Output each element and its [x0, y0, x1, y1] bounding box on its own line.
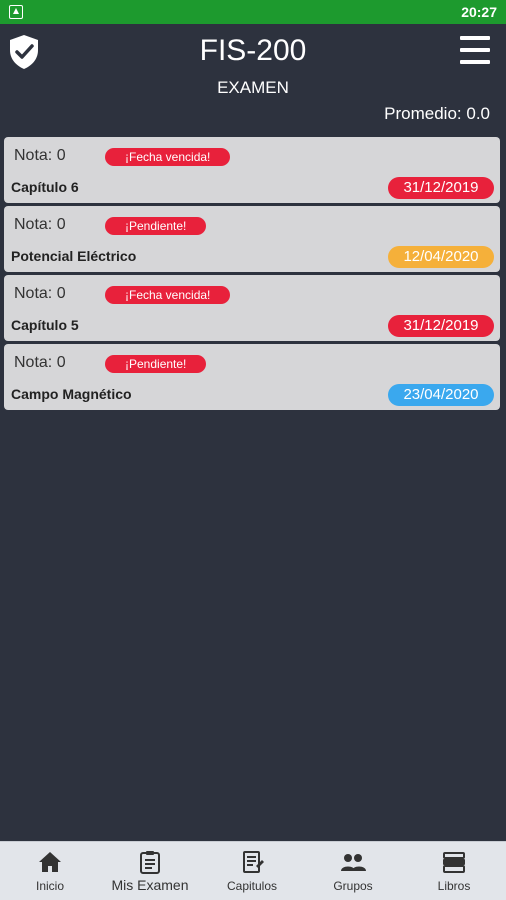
hamburger-menu-icon[interactable]	[460, 36, 492, 66]
home-icon	[39, 852, 61, 872]
date-badge: 23/04/2020	[388, 384, 494, 406]
nav-item-inicio[interactable]: Inicio	[0, 842, 100, 900]
date-badge: 12/04/2020	[388, 246, 494, 268]
nav-item-capitulos[interactable]: Capitulos	[202, 842, 302, 900]
date-badge: 31/12/2019	[388, 177, 494, 199]
exam-card[interactable]: Nota: 0 ¡Fecha vencida! Capítulo 5 31/12…	[4, 275, 500, 341]
nav-item-mis-examen[interactable]: Mis Examen	[100, 842, 200, 900]
exam-name: Campo Magnético	[11, 386, 132, 402]
exam-list: Nota: 0 ¡Fecha vencida! Capítulo 6 31/12…	[4, 137, 500, 413]
chapters-icon	[243, 851, 264, 873]
nav-item-grupos[interactable]: Grupos	[303, 842, 403, 900]
date-badge: 31/12/2019	[388, 315, 494, 337]
status-badge: ¡Fecha vencida!	[105, 286, 231, 304]
page-title: FIS-200	[199, 34, 307, 67]
nav-label-libros: Libros	[437, 879, 471, 893]
status-bar: 20:27	[0, 0, 506, 24]
app-notification-icon	[9, 5, 23, 19]
exam-name: Potencial Eléctrico	[11, 248, 137, 264]
books-icon	[443, 852, 465, 873]
page-subtitle: EXAMEN	[217, 78, 289, 97]
exam-card[interactable]: Nota: 0 ¡Fecha vencida! Capítulo 6 31/12…	[4, 137, 500, 203]
status-time: 20:27	[461, 4, 497, 20]
nav-label-inicio: Inicio	[35, 879, 64, 893]
bottom-nav: Inicio Mis Examen Capitulos Grupos Libro…	[0, 841, 506, 900]
exam-name: Capítulo 6	[11, 179, 79, 195]
nav-label-grupos: Grupos	[333, 879, 373, 893]
average-score: Promedio: 0.0	[384, 104, 490, 123]
exam-grade: Nota: 0	[14, 354, 66, 371]
exam-grade: Nota: 0	[14, 285, 66, 302]
status-badge: ¡Pendiente!	[105, 355, 207, 373]
nav-label-capitulos: Capitulos	[226, 879, 278, 893]
exam-grade: Nota: 0	[14, 147, 66, 164]
exam-card[interactable]: Nota: 0 ¡Pendiente! Campo Magnético 23/0…	[4, 344, 500, 410]
header: FIS-200 EXAMEN Promedio: 0.0	[0, 24, 506, 132]
nav-label-mis-examen: Mis Examen	[111, 877, 189, 893]
exam-name: Capítulo 5	[11, 317, 79, 333]
exam-card[interactable]: Nota: 0 ¡Pendiente! Potencial Eléctrico …	[4, 206, 500, 272]
nav-item-libros[interactable]: Libros	[404, 842, 504, 900]
exam-icon	[140, 851, 160, 874]
groups-icon	[341, 854, 366, 871]
exam-grade: Nota: 0	[14, 216, 66, 233]
status-badge: ¡Pendiente!	[105, 217, 207, 235]
status-badge: ¡Fecha vencida!	[105, 148, 231, 166]
